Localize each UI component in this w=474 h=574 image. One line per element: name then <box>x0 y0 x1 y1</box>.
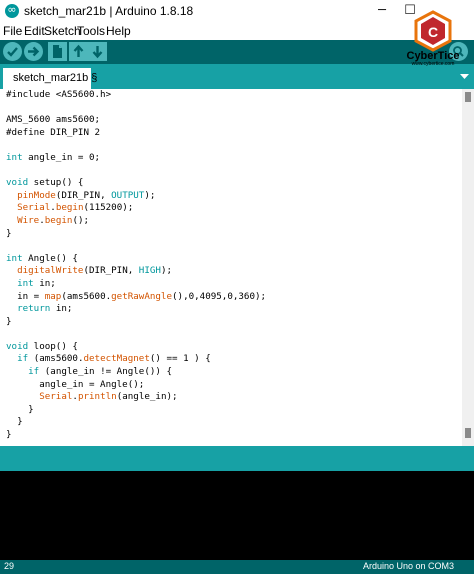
code-line: int in; <box>17 277 56 289</box>
code-line: if (angle_in != Angle()) { <box>28 366 172 378</box>
code-line: return in; <box>17 303 73 315</box>
arrow-up-icon <box>73 44 84 57</box>
code-line: #include <AS5600.h> <box>6 89 112 100</box>
code-line: Wire.begin(); <box>17 214 90 226</box>
chevron-down-icon[interactable] <box>460 72 469 81</box>
code-line: } <box>6 403 34 415</box>
scroll-top-marker <box>465 92 471 102</box>
window-title: sketch_mar21b | Arduino 1.8.18 <box>24 4 194 18</box>
code-line: } <box>6 227 12 239</box>
upload-button[interactable] <box>24 42 43 61</box>
watermark-url: www.cybertice.com <box>411 61 455 67</box>
code-line: int Angle() { <box>6 252 78 264</box>
menu-edit[interactable]: Edit <box>24 24 45 38</box>
code-line: int angle_in = 0; <box>6 151 101 163</box>
code-line: } <box>6 416 23 428</box>
menu-bar: File Edit Sketch Tools Help <box>0 22 474 40</box>
code-area[interactable]: #include <AS5600.h> AMS_5600 ams5600; #d… <box>6 89 266 442</box>
code-line: in = map(ams5600.getRawAngle(),0,4095,0,… <box>6 290 267 302</box>
svg-text:C: C <box>428 24 438 40</box>
message-bar <box>0 446 474 471</box>
code-line: digitalWrite(DIR_PIN, HIGH); <box>17 265 173 277</box>
verify-button[interactable] <box>3 42 22 61</box>
code-line: } <box>6 315 12 327</box>
code-editor[interactable]: #include <AS5600.h> AMS_5600 ams5600; #d… <box>0 89 474 446</box>
code-line: Serial.begin(115200); <box>17 202 134 214</box>
code-line: void setup() { <box>6 177 84 189</box>
title-bar: sketch_mar21b | Arduino 1.8.18 ─ ☐ <box>0 0 474 23</box>
tab-sketch[interactable]: sketch_mar21b § <box>3 68 97 89</box>
board-info: Arduino Uno on COM3 <box>362 561 454 571</box>
scroll-bottom-marker <box>465 428 471 438</box>
code-line: if (ams5600.detectMagnet() == 1 ) { <box>17 353 211 365</box>
status-bar: 29 Arduino Uno on COM3 <box>0 560 474 574</box>
arduino-logo-icon <box>5 3 19 18</box>
code-line: } <box>6 429 12 441</box>
code-line: #define DIR_PIN 2 <box>6 126 101 138</box>
menu-help[interactable]: Help <box>106 24 131 38</box>
tab-label: sketch_mar21b § <box>13 72 98 84</box>
code-line: AMS_5600 ams5600; <box>6 114 101 126</box>
tab-bar: sketch_mar21b § <box>0 64 474 89</box>
arrow-right-icon <box>28 46 40 57</box>
menu-sketch[interactable]: Sketch <box>44 24 81 38</box>
console-output[interactable] <box>0 471 474 560</box>
open-button[interactable] <box>69 42 88 61</box>
code-line: pinMode(DIR_PIN, OUTPUT); <box>17 189 156 201</box>
minimize-button[interactable]: ─ <box>370 2 394 20</box>
code-line: Serial.println(angle_in); <box>39 391 178 403</box>
checkmark-icon <box>7 47 18 57</box>
arrow-down-icon <box>92 46 103 59</box>
code-line: angle_in = Angle(); <box>6 378 145 390</box>
code-line: void loop() { <box>6 340 78 352</box>
save-button[interactable] <box>88 42 107 61</box>
menu-file[interactable]: File <box>3 24 22 38</box>
new-file-icon <box>53 45 62 58</box>
menu-tools[interactable]: Tools <box>77 24 105 38</box>
toolbar <box>0 40 474 64</box>
new-sketch-button[interactable] <box>48 42 67 61</box>
editor-scrollbar[interactable] <box>462 89 474 446</box>
line-number: 29 <box>4 561 15 571</box>
